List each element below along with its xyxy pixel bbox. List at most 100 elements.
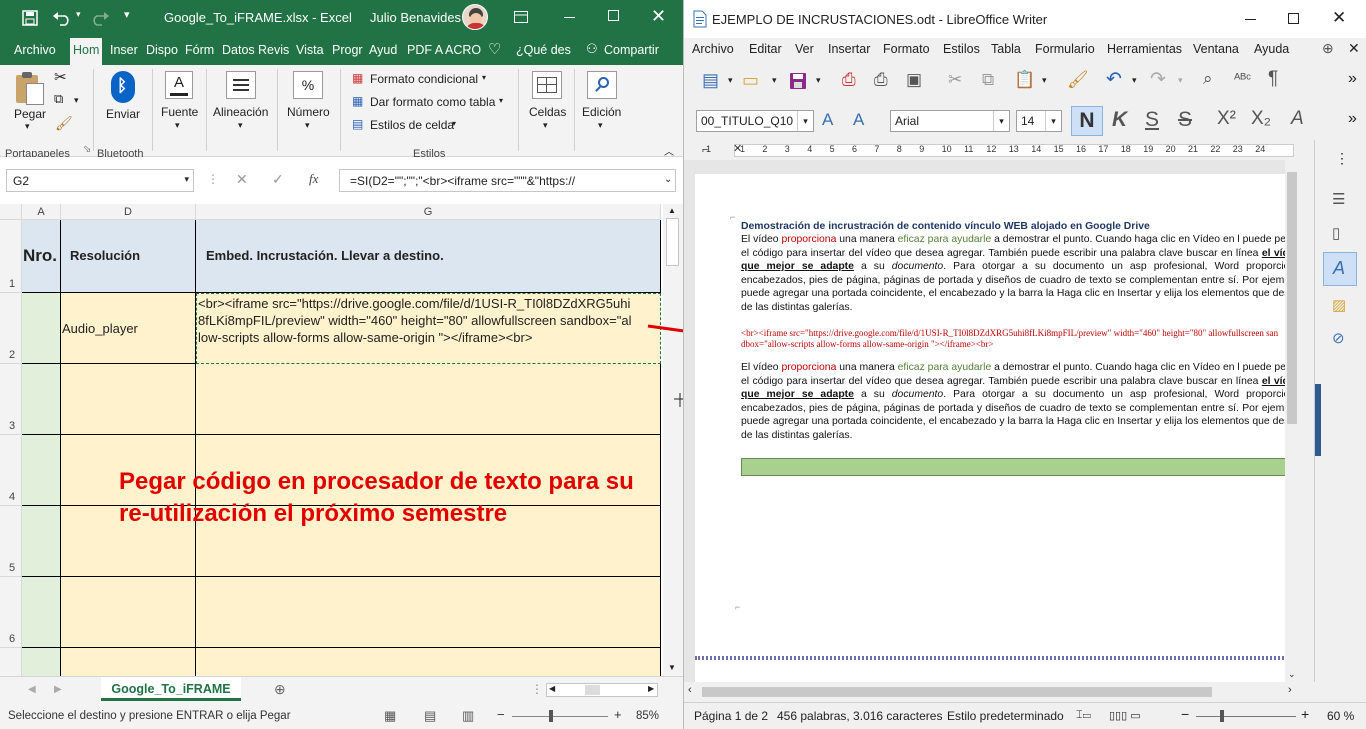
paste-dropdown-icon[interactable]: ▾	[25, 121, 30, 132]
lightbulb-icon[interactable]: ♡	[488, 40, 501, 58]
bluetooth-icon[interactable]: ᛒ	[111, 71, 135, 103]
clone-formatting-icon[interactable]: 🖌	[1067, 70, 1089, 90]
underline-button[interactable]: S	[1145, 108, 1159, 132]
editing-search-icon[interactable]	[587, 71, 617, 99]
tab-pdf[interactable]: PDF A	[407, 43, 443, 57]
enter-formula-icon[interactable]: ✓	[272, 171, 284, 188]
column-header-a[interactable]: A	[22, 204, 61, 220]
word-count[interactable]: 456 palabras, 3.016 caracteres	[777, 709, 942, 723]
cut-icon[interactable]: ✂	[54, 68, 67, 86]
writer-horizontal-scrollbar[interactable]: ‹ ›	[684, 682, 1299, 702]
tabs-grip-icon[interactable]: ⋮	[531, 682, 543, 696]
menu-ventana[interactable]: Ventana	[1193, 42, 1239, 56]
paste-dropdown-icon[interactable]: ▾	[1042, 75, 1047, 86]
undo-icon[interactable]	[52, 10, 74, 26]
bold-button[interactable]: N	[1071, 106, 1103, 136]
name-box[interactable]: G2 ▾	[6, 169, 194, 192]
row-header-5[interactable]: 5	[0, 506, 22, 577]
scroll-right-icon[interactable]: ›	[1288, 684, 1292, 696]
number-dropdown-icon[interactable]: ▾	[305, 120, 310, 131]
document-area[interactable]: ⌐ Demostración de incrustración de conte…	[684, 160, 1299, 682]
clipboard-icon[interactable]	[14, 71, 46, 107]
page-break-icon[interactable]: ▥	[462, 708, 474, 724]
pasted-iframe-code[interactable]: <br><iframe src="https://drive.google.co…	[741, 328, 1281, 350]
horizontal-scrollbar[interactable]: ◀ ▶	[546, 683, 658, 697]
cell-styles-dropdown-icon[interactable]: ▾	[452, 119, 456, 128]
selection-mode-icon[interactable]: ⌶▭	[1076, 709, 1091, 722]
editing-dropdown-icon[interactable]: ▾	[598, 120, 603, 131]
cell-d2[interactable]: Audio_player	[61, 293, 196, 364]
share-button[interactable]: Compartir	[604, 43, 659, 57]
column-header-g[interactable]: G	[196, 204, 661, 220]
person-icon[interactable]: ⚇	[586, 41, 598, 57]
font-size-select[interactable]: 14 ▾	[1016, 110, 1062, 132]
view-layout-icons[interactable]: ▯▯▯ ▭	[1109, 709, 1141, 722]
menu-ver[interactable]: Ver	[795, 42, 814, 56]
avatar[interactable]	[462, 4, 488, 30]
user-name[interactable]: Julio Benavides	[370, 10, 461, 25]
minimize-icon[interactable]	[564, 17, 575, 18]
cell-a3[interactable]	[22, 364, 61, 435]
cell-g2-selected[interactable]: <br><iframe src="https://drive.google.co…	[196, 293, 661, 364]
table-format-button[interactable]: Dar formato como tabla	[370, 95, 495, 109]
expand-formula-icon[interactable]: ⌄	[664, 174, 672, 185]
page-layout-icon[interactable]: ▤	[424, 708, 436, 724]
cell-styles-icon[interactable]: ▤	[352, 117, 363, 131]
cell-g1[interactable]: Embed. Incrustación. Llevar a destino.	[196, 220, 661, 293]
tell-me-search[interactable]: ¿Qué des	[516, 43, 571, 57]
undo-dropdown-icon[interactable]: ▾	[1132, 75, 1137, 86]
copy-icon[interactable]: ⧉	[982, 70, 994, 90]
cell-a2[interactable]	[22, 293, 61, 364]
sidebar-collapse-handle[interactable]	[1315, 384, 1321, 456]
redo-icon[interactable]: ↷	[1150, 68, 1166, 91]
cell-a7[interactable]	[22, 648, 61, 676]
scroll-down-icon[interactable]: ⌄	[1288, 669, 1296, 680]
cell-d1[interactable]: Resolución	[61, 220, 196, 293]
paste-button[interactable]: Pegar	[14, 107, 46, 121]
cells-dropdown-icon[interactable]: ▾	[543, 120, 548, 131]
redo-icon[interactable]	[88, 10, 110, 26]
paragraph-style-select[interactable]: 00_TITULO_Q10 ▾	[696, 110, 814, 132]
green-table-bar[interactable]	[741, 458, 1299, 476]
save-icon[interactable]	[22, 10, 38, 26]
send-bluetooth-button[interactable]: Enviar	[106, 107, 140, 121]
export-pdf-icon[interactable]: ⎙	[842, 70, 856, 90]
number-button[interactable]: Número	[287, 105, 330, 119]
menu-estilos[interactable]: Estilos	[943, 42, 980, 56]
paste-icon[interactable]: 📋	[1014, 70, 1035, 90]
find-replace-icon[interactable]: ⌕	[1203, 69, 1213, 89]
dialog-launcher-icon[interactable]: ⬂	[83, 144, 91, 155]
page-style[interactable]: Estilo predeterminado	[947, 709, 1064, 723]
cut-icon[interactable]: ✂	[948, 70, 962, 90]
close-icon[interactable]: ✕	[651, 6, 666, 27]
globe-icon[interactable]: ⊕	[1322, 40, 1334, 57]
subscript-icon[interactable]: X₂	[1251, 108, 1271, 130]
document-page[interactable]: ⌐ Demostración de incrustración de conte…	[695, 174, 1299, 682]
row-header-3[interactable]: 3	[0, 364, 22, 435]
zoom-in-icon[interactable]: +	[1301, 706, 1309, 722]
cell-g7[interactable]	[196, 648, 661, 676]
tab-archivo[interactable]: Archivo	[14, 43, 56, 57]
strikethrough-button[interactable]: S	[1178, 108, 1192, 132]
cancel-formula-icon[interactable]: ✕	[236, 171, 248, 188]
undo-dropdown-icon[interactable]: ▾	[76, 9, 81, 20]
navigator-icon[interactable]: ⊘	[1332, 329, 1345, 347]
save-dropdown-icon[interactable]: ▾	[816, 75, 821, 86]
tab-data[interactable]: Datos	[222, 43, 255, 57]
writer-zoom-level[interactable]: 60 %	[1327, 709, 1354, 723]
properties-icon[interactable]: ☰	[1332, 190, 1345, 208]
cell-a1[interactable]: Nro.	[22, 220, 61, 293]
tab-acrobat[interactable]: ACRO	[445, 43, 481, 57]
document-heading[interactable]: Demostración de incrustración de conteni…	[741, 220, 1299, 234]
spelling-icon[interactable]: ᴬᴮᶜ	[1234, 70, 1251, 86]
table-format-dropdown-icon[interactable]: ▾	[499, 96, 503, 105]
new-style-icon[interactable]: A	[853, 110, 864, 130]
writer-zoom-slider[interactable]	[1196, 716, 1296, 717]
new-document-icon[interactable]: ▤	[702, 70, 719, 91]
cell-g3[interactable]	[196, 364, 661, 435]
conditional-format-button[interactable]: Formato condicional	[370, 72, 478, 86]
ribbon-display-icon[interactable]	[514, 11, 528, 23]
close-icon[interactable]: ✕	[1332, 8, 1346, 28]
alignment-icon[interactable]	[226, 71, 256, 99]
scroll-down-icon[interactable]: ▼	[668, 663, 676, 672]
